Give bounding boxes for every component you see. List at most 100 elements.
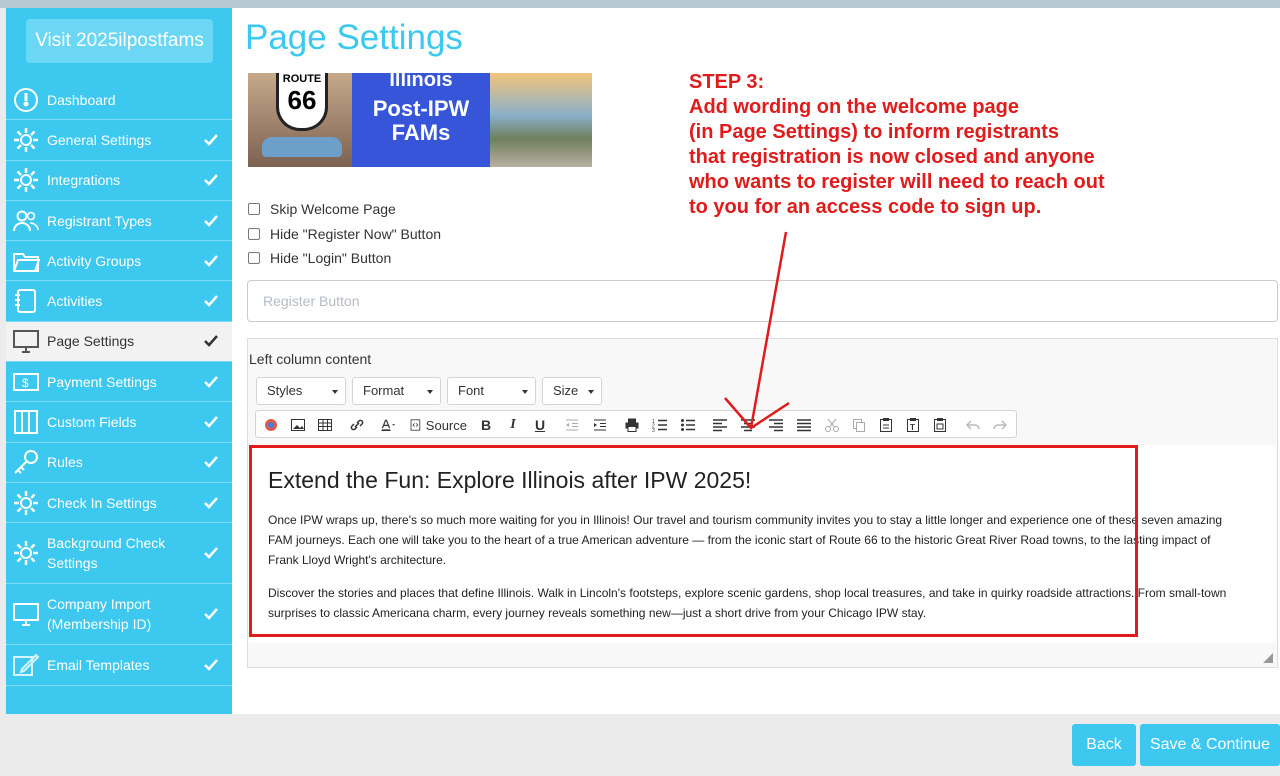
sidebar-item-company-import-membership-id[interactable]: Company Import (Membership ID) — [6, 584, 232, 646]
step-line: (in Page Settings) to inform registrants — [689, 121, 1060, 143]
left-column-label: Left column content — [249, 351, 372, 367]
italic-icon[interactable]: I — [505, 416, 521, 434]
sidebar-item-activities[interactable]: Activities — [6, 281, 232, 322]
step-annotation: STEP 3: Add wording on the welcome page … — [689, 70, 1105, 220]
skip-welcome-checkbox[interactable] — [248, 203, 260, 215]
paste-icon[interactable] — [877, 416, 895, 434]
check-icon — [204, 134, 218, 146]
sidebar-item-rules[interactable]: Rules — [6, 443, 232, 483]
checkbox-label: Hide "Login" Button — [270, 250, 392, 266]
sidebar-item-label: Background Check Settings — [47, 535, 166, 572]
format-dropdown[interactable]: Format — [352, 377, 441, 405]
caret-icon — [522, 390, 528, 394]
check-icon — [204, 174, 218, 187]
money-icon: $ — [13, 372, 39, 391]
image-icon[interactable] — [289, 416, 307, 434]
welcome-banner-image: ROUTE 66 Illinois Post-IPW FAMs — [248, 73, 592, 167]
undo-icon[interactable] — [964, 416, 982, 434]
skip-welcome-row[interactable]: Skip Welcome Page — [248, 201, 396, 217]
dropdown-label: Styles — [267, 383, 303, 398]
sidebar-nav: Dashboard General Settings Integrations Reg… — [6, 80, 232, 686]
link-icon[interactable] — [348, 416, 366, 434]
sidebar-item-custom-fields[interactable]: Custom Fields — [6, 402, 232, 443]
numbered-list-icon[interactable]: 123 — [651, 416, 669, 434]
sidebar-item-general-settings[interactable]: General Settings — [6, 120, 232, 161]
step-line: to you for an access code to sign up. — [689, 196, 1042, 218]
checkbox-label: Skip Welcome Page — [270, 201, 396, 217]
svg-text:$: $ — [22, 376, 29, 390]
sidebar-item-email-templates[interactable]: Email Templates — [6, 645, 232, 686]
step-line: who wants to register will need to reach… — [689, 171, 1105, 193]
banner-title-panel: Illinois Post-IPW FAMs — [352, 73, 490, 167]
dropdown-label: Format — [363, 383, 405, 398]
sidebar-item-label: General Settings — [47, 131, 152, 148]
users-icon — [13, 210, 39, 231]
svg-text:T: T — [910, 423, 915, 432]
text-color-icon[interactable] — [376, 416, 400, 434]
underline-icon[interactable]: U — [532, 416, 548, 434]
size-dropdown[interactable]: Size — [542, 377, 602, 405]
gear-icon — [14, 490, 38, 515]
spellcheck-icon[interactable] — [262, 416, 280, 434]
sidebar-item-dashboard[interactable]: Dashboard — [6, 80, 232, 121]
check-icon — [204, 416, 218, 428]
sidebar-item-background-check-settings[interactable]: Background Check Settings — [6, 523, 232, 585]
source-button[interactable]: Source — [409, 416, 467, 434]
copy-icon[interactable] — [850, 416, 868, 434]
hide-register-now-row[interactable]: Hide "Register Now" Button — [248, 226, 441, 242]
styles-dropdown[interactable]: Styles — [256, 377, 346, 405]
route66-photo: ROUTE 66 — [248, 73, 352, 167]
monitor-icon — [13, 330, 39, 354]
sidebar-item-activity-groups[interactable]: Activity Groups — [6, 241, 232, 282]
source-label: Source — [425, 417, 467, 433]
outdent-icon[interactable] — [563, 416, 581, 434]
check-icon — [204, 547, 218, 560]
annotation-highlight-box — [249, 445, 1138, 637]
folder-icon — [13, 252, 40, 272]
gear-icon — [14, 541, 38, 566]
route66-sign: ROUTE 66 — [276, 73, 328, 131]
checkbox-label: Hide "Register Now" Button — [270, 226, 442, 242]
dropdown-label: Size — [553, 383, 579, 398]
bold-icon[interactable]: B — [478, 416, 494, 434]
hide-register-now-checkbox[interactable] — [248, 228, 260, 240]
event-name-button[interactable]: Visit 2025ilpostfams — [26, 19, 213, 63]
table-icon[interactable] — [316, 416, 334, 434]
sidebar-item-label: Payment Settings — [47, 373, 157, 390]
check-icon — [204, 496, 218, 509]
sidebar-item-registrant-types[interactable]: Registrant Types — [6, 201, 232, 242]
sidebar-item-label: Company Import (Membership ID) — [47, 596, 152, 633]
paste-text-icon[interactable]: T — [904, 416, 922, 434]
sidebar-item-label: Activity Groups — [47, 252, 142, 269]
check-icon — [204, 456, 218, 469]
notebook-icon — [15, 289, 36, 314]
check-icon — [204, 335, 218, 348]
sidebar-item-page-settings[interactable]: Page Settings — [6, 321, 232, 363]
check-icon — [204, 295, 218, 307]
resize-handle[interactable] — [1263, 653, 1273, 663]
paste-word-icon[interactable] — [931, 416, 949, 434]
banner-headline: Post-IPW FAMs — [372, 96, 470, 145]
hide-login-row[interactable]: Hide "Login" Button — [248, 250, 391, 266]
svg-text:3: 3 — [652, 428, 655, 433]
main-panel: Page Settings ROUTE 66 Illinois Post-IPW… — [232, 8, 1280, 714]
check-icon — [204, 659, 218, 671]
print-icon[interactable] — [623, 416, 641, 434]
font-dropdown[interactable]: Font — [447, 377, 536, 405]
sidebar-item-integrations[interactable]: Integrations — [6, 161, 232, 201]
check-icon — [204, 254, 218, 267]
sidebar-item-check-in-settings[interactable]: Check In Settings — [6, 483, 232, 524]
step-line: Add wording on the welcome page — [689, 96, 1020, 118]
sidebar-item-payment-settings[interactable]: $ Payment Settings — [6, 362, 232, 403]
sidebar-item-label: Integrations — [47, 172, 121, 189]
check-icon — [204, 214, 218, 227]
sidebar-item-label: Check In Settings — [47, 494, 157, 511]
save-continue-button[interactable]: Save & Continue — [1140, 724, 1280, 766]
hide-login-checkbox[interactable] — [248, 252, 260, 264]
sidebar-item-label: Rules — [47, 454, 83, 471]
indent-icon[interactable] — [591, 416, 609, 434]
back-button[interactable]: Back — [1072, 724, 1136, 766]
cut-icon[interactable] — [823, 416, 841, 434]
redo-icon[interactable] — [991, 416, 1009, 434]
bullet-list-icon[interactable] — [679, 416, 697, 434]
